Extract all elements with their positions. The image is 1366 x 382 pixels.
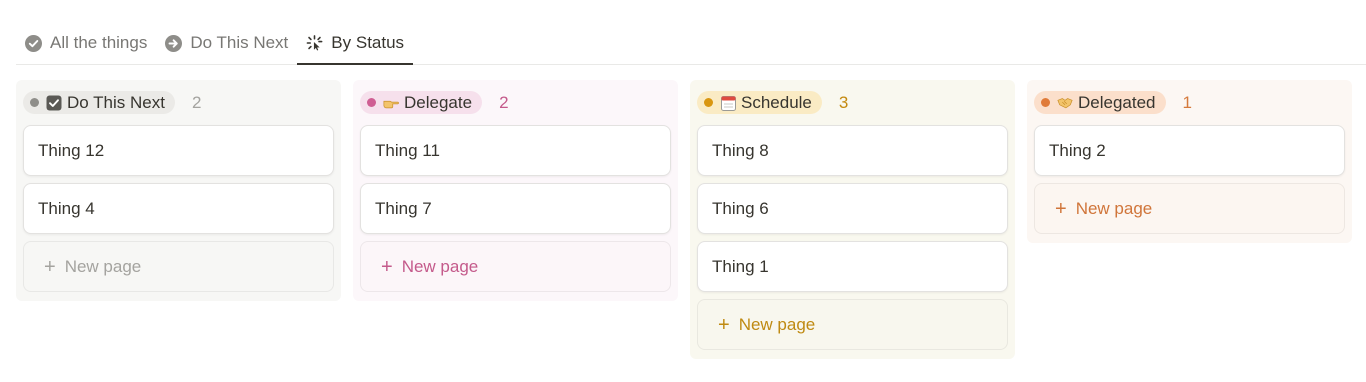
- tab-label: All the things: [50, 33, 148, 52]
- column-count: 3: [838, 92, 849, 112]
- card-title: Thing 8: [712, 140, 769, 160]
- status-pill[interactable]: Schedule: [697, 91, 822, 114]
- calendar-icon: [720, 95, 736, 111]
- board-column-do-this-next: Do This Next 2 Thing 12 Thing 4 + New page: [16, 80, 341, 301]
- view-tabs: All the things Do This Next By Status: [16, 22, 1366, 65]
- card-title: Thing 7: [375, 198, 432, 218]
- board-card[interactable]: Thing 4: [23, 183, 334, 234]
- status-pill[interactable]: Delegated: [1034, 91, 1166, 114]
- status-dot-icon: [1041, 98, 1050, 107]
- card-title: Thing 11: [375, 140, 440, 160]
- card-title: Thing 6: [712, 198, 769, 218]
- board-card[interactable]: Thing 8: [697, 125, 1008, 176]
- new-page-button[interactable]: + New page: [360, 241, 671, 292]
- tab-all-the-things[interactable]: All the things: [16, 22, 156, 64]
- status-dot-icon: [704, 98, 713, 107]
- card-title: Thing 4: [38, 198, 95, 218]
- board-column-delegated: Delegated 1 Thing 2 + New page: [1027, 80, 1352, 243]
- plus-icon: +: [1055, 197, 1067, 220]
- board-card[interactable]: Thing 6: [697, 183, 1008, 234]
- board-column-delegate: Delegate 2 Thing 11 Thing 7 + New page: [353, 80, 678, 301]
- plus-icon: +: [718, 313, 730, 336]
- arrow-circle-right-icon: [165, 34, 183, 52]
- new-page-label: New page: [64, 256, 142, 276]
- new-page-label: New page: [1075, 198, 1153, 218]
- card-title: Thing 12: [38, 140, 105, 160]
- new-page-button[interactable]: + New page: [1034, 183, 1345, 234]
- status-dot-icon: [367, 98, 376, 107]
- card-title: Thing 2: [1049, 140, 1106, 160]
- new-page-label: New page: [738, 314, 816, 334]
- board-card[interactable]: Thing 7: [360, 183, 671, 234]
- column-count: 2: [499, 92, 509, 112]
- column-header: Delegated 1: [1034, 80, 1345, 125]
- column-header: Delegate 2: [360, 80, 671, 125]
- checkbox-icon: [46, 95, 62, 111]
- status-pill[interactable]: Delegate: [360, 91, 483, 114]
- pointing-hand-icon: [383, 95, 399, 111]
- new-page-label: New page: [401, 256, 479, 276]
- status-dot-icon: [30, 98, 39, 107]
- loading-sparkle-icon: [306, 35, 323, 52]
- status-title: Schedule: [741, 92, 812, 112]
- check-circle-icon: [25, 34, 42, 52]
- board-column-schedule: Schedule 3 Thing 8 Thing 6 Thing 1 + New page: [690, 80, 1015, 359]
- column-header: Schedule 3: [697, 80, 1008, 125]
- card-title: Thing 1: [712, 256, 769, 276]
- status-title: Delegate: [404, 92, 473, 112]
- tab-by-status[interactable]: By Status: [297, 22, 413, 65]
- status-title: Delegated: [1078, 92, 1156, 112]
- tab-do-this-next[interactable]: Do This Next: [156, 22, 297, 64]
- column-header: Do This Next 2: [23, 80, 334, 125]
- status-pill[interactable]: Do This Next: [23, 91, 175, 114]
- new-page-button[interactable]: + New page: [23, 241, 334, 292]
- tab-label: Do This Next: [190, 33, 289, 52]
- column-count: 2: [191, 92, 202, 112]
- column-count: 1: [1182, 92, 1192, 112]
- plus-icon: +: [44, 255, 56, 278]
- handshake-icon: [1057, 95, 1073, 111]
- plus-icon: +: [381, 255, 393, 278]
- new-page-button[interactable]: + New page: [697, 299, 1008, 350]
- board-card[interactable]: Thing 2: [1034, 125, 1345, 176]
- tab-label: By Status: [331, 33, 405, 52]
- status-title: Do This Next: [67, 92, 165, 112]
- board-card[interactable]: Thing 11: [360, 125, 671, 176]
- board-card[interactable]: Thing 1: [697, 241, 1008, 292]
- board-card[interactable]: Thing 12: [23, 125, 334, 176]
